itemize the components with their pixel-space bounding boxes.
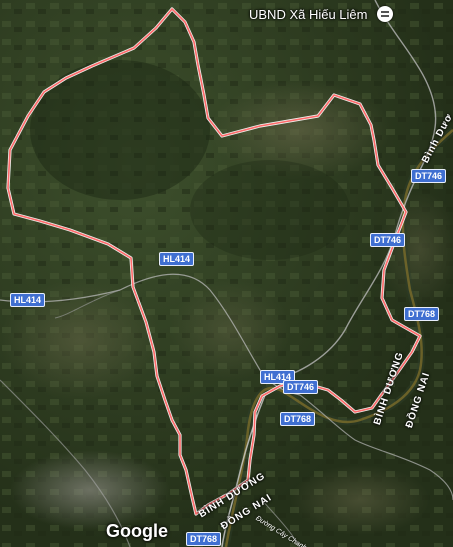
poi-label[interactable]: UBND Xã Hiếu Liêm — [249, 7, 368, 22]
government-building-icon[interactable] — [377, 6, 393, 22]
road-shield-dt768[interactable]: DT768 — [404, 307, 440, 321]
road-shield-hl414[interactable]: HL414 — [10, 293, 46, 307]
google-logo: Google — [106, 521, 168, 541]
road-shield-dt746[interactable]: DT746 — [370, 233, 406, 247]
satellite-map[interactable]: UBND Xã Hiếu Liêm HL414 HL414 HL414 DT74… — [0, 0, 453, 547]
map-imagery — [0, 0, 453, 547]
road-shield-dt746[interactable]: DT746 — [411, 169, 447, 183]
road-shield-hl414[interactable]: HL414 — [159, 252, 195, 266]
road-shield-dt768[interactable]: DT768 — [186, 532, 222, 546]
road-shield-dt768[interactable]: DT768 — [280, 412, 316, 426]
road-shield-dt746[interactable]: DT746 — [283, 380, 319, 394]
